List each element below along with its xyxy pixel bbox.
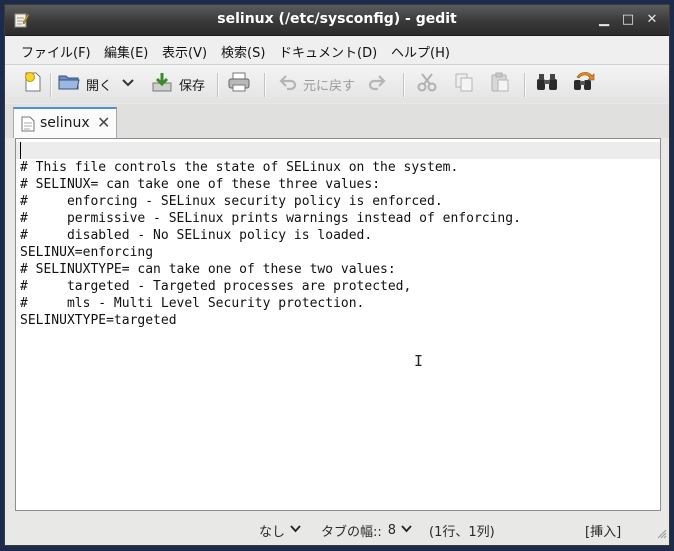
- editor-line: # This file controls the state of SELinu…: [20, 160, 459, 175]
- open-recent-dropdown[interactable]: [121, 71, 135, 97]
- minimize-icon[interactable]: ▁: [595, 11, 613, 29]
- chevron-down-icon: [121, 77, 135, 92]
- menu-help[interactable]: ヘルプ(H): [391, 42, 450, 61]
- cursor-position: (1行、1列): [429, 525, 495, 540]
- maximize-icon[interactable]: □: [619, 11, 637, 29]
- binoculars-icon: [535, 71, 559, 97]
- tab-width-dropdown[interactable]: タブの幅:: 8: [321, 521, 412, 540]
- toolbar-separator: [50, 73, 52, 97]
- tab-label: selinux: [40, 115, 90, 131]
- folder-open-icon: [57, 71, 81, 97]
- document-tab-strip: selinux ✕: [5, 104, 669, 138]
- text-document-icon: [21, 116, 35, 136]
- editor-line: # targeted - Targeted processes are prot…: [20, 279, 412, 294]
- tab-width-label: タブの幅::: [321, 525, 382, 540]
- undo-icon: [278, 72, 298, 96]
- redo-icon: [367, 72, 387, 96]
- toolbar-separator: [403, 73, 405, 97]
- printer-icon: [227, 71, 251, 97]
- scissors-icon: [416, 71, 438, 97]
- gedit-window: selinux (/etc/sysconfig) - gedit ▁ □ ✕ フ…: [4, 4, 670, 546]
- open-button[interactable]: 開く: [57, 71, 112, 97]
- toolbar-separator: [264, 73, 266, 97]
- cut-button[interactable]: [416, 71, 438, 97]
- current-line-highlight: [16, 142, 660, 159]
- print-button[interactable]: [227, 71, 251, 97]
- menu-view[interactable]: 表示(V): [162, 42, 207, 61]
- editor-line: # permissive - SELinux prints warnings i…: [20, 211, 521, 226]
- editor-content[interactable]: # This file controls the state of SELinu…: [20, 159, 521, 329]
- text-cursor: [20, 142, 21, 159]
- editor-line: # SELINUX= can take one of these three v…: [20, 177, 381, 192]
- open-label: 開く: [86, 78, 113, 94]
- tab-selinux[interactable]: selinux ✕: [13, 107, 117, 138]
- tab-width-value: 8: [387, 523, 397, 538]
- menu-documents[interactable]: ドキュメント(D): [279, 42, 377, 61]
- editor-line: # mls - Multi Level Security protection.: [20, 296, 365, 311]
- menu-bar: ファイル(F) 編集(E) 表示(V) 検索(S) ドキュメント(D) ヘルプ(…: [5, 36, 669, 65]
- editor-line: # SELINUXTYPE= can take one of these two…: [20, 262, 396, 277]
- ibeam-cursor-icon: I: [414, 352, 424, 370]
- resize-grip-icon[interactable]: [655, 527, 667, 543]
- editor-line: # disabled - No SELinux policy is loaded…: [20, 228, 373, 243]
- save-button[interactable]: 保存: [150, 71, 205, 97]
- text-editor[interactable]: # This file controls the state of SELinu…: [15, 138, 661, 511]
- paste-button[interactable]: [489, 71, 511, 97]
- save-icon: [150, 71, 174, 97]
- chevron-down-icon: [290, 525, 301, 536]
- find-replace-button[interactable]: [571, 71, 597, 97]
- title-bar[interactable]: selinux (/etc/sysconfig) - gedit ▁ □ ✕: [5, 5, 669, 36]
- menu-file[interactable]: ファイル(F): [21, 42, 91, 61]
- paste-icon: [489, 71, 511, 97]
- highlight-mode-dropdown[interactable]: なし: [259, 521, 301, 540]
- save-label: 保存: [179, 78, 206, 94]
- new-document-button[interactable]: [22, 71, 44, 97]
- status-bar: なし タブの幅:: 8 (1行、1列) [挿入]: [5, 512, 669, 545]
- toolbar-separator: [217, 73, 219, 97]
- new-document-icon: [22, 71, 44, 97]
- menu-edit[interactable]: 編集(E): [104, 42, 148, 61]
- toolbar: 開く 保存 元に戻す: [5, 65, 669, 103]
- close-window-icon[interactable]: ✕: [643, 11, 661, 29]
- editor-line: SELINUX=enforcing: [20, 245, 154, 260]
- editor-line: SELINUXTYPE=targeted: [20, 313, 177, 328]
- close-tab-icon[interactable]: ✕: [97, 113, 110, 132]
- editor-line: # enforcing - SELinux security policy is…: [20, 194, 443, 209]
- undo-label: 元に戻す: [303, 78, 356, 94]
- copy-icon: [453, 71, 475, 97]
- chevron-down-icon: [401, 525, 412, 536]
- toolbar-separator: [524, 73, 526, 97]
- menu-search[interactable]: 検索(S): [221, 42, 265, 61]
- find-button[interactable]: [535, 71, 559, 97]
- highlight-mode-value: なし: [259, 525, 286, 540]
- find-replace-icon: [571, 71, 597, 97]
- copy-button[interactable]: [453, 71, 475, 97]
- window-title: selinux (/etc/sysconfig) - gedit: [217, 11, 457, 27]
- redo-button[interactable]: [367, 71, 387, 97]
- insert-mode-indicator: [挿入]: [585, 525, 622, 540]
- undo-button[interactable]: 元に戻す: [278, 71, 355, 97]
